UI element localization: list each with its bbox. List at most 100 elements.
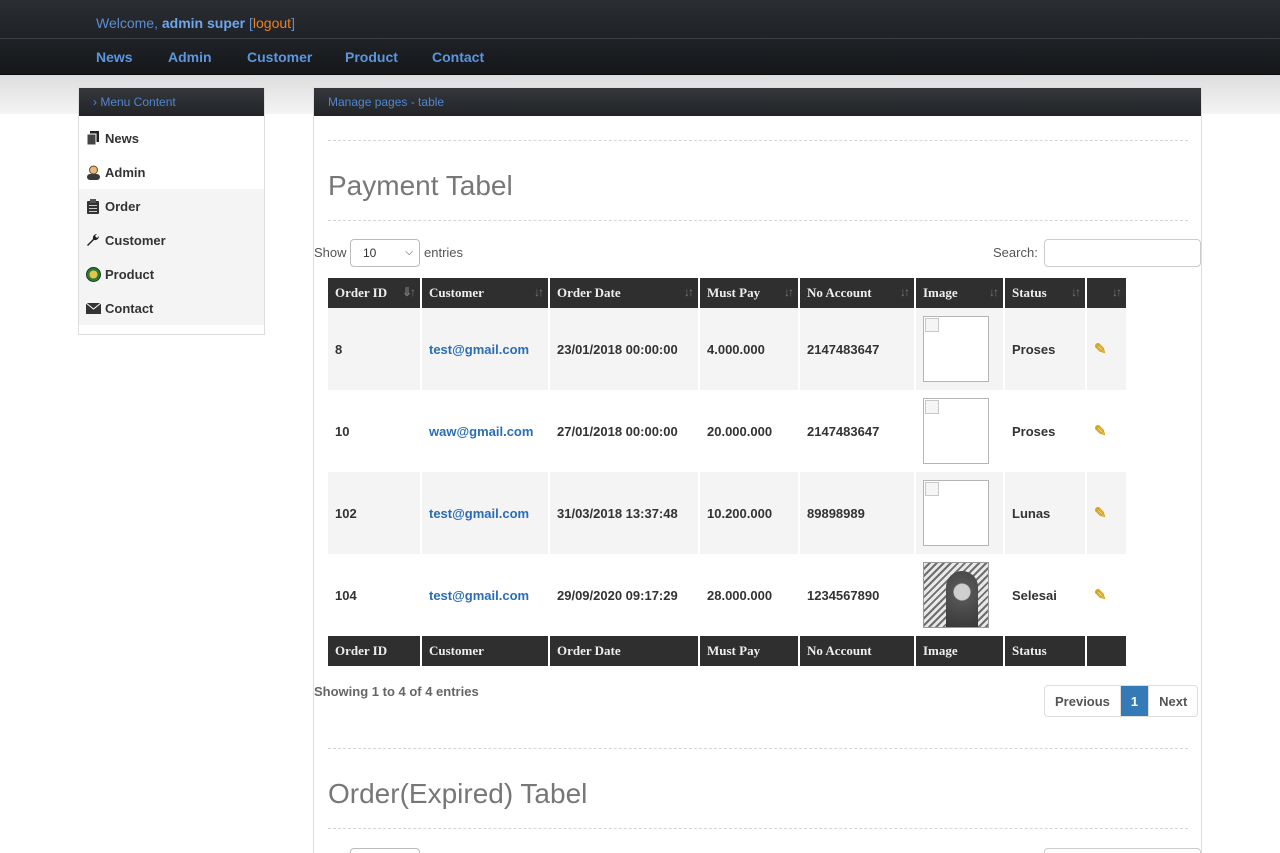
nav-admin[interactable]: Admin: [168, 49, 212, 65]
cell-status: Lunas: [1005, 472, 1085, 554]
sidebar-item-label: Order: [105, 198, 141, 214]
broken-image[interactable]: [923, 480, 989, 546]
cell-status: Proses: [1005, 308, 1085, 390]
cell-customer: waw@gmail.com: [422, 390, 548, 472]
search-label: Search:: [993, 245, 1038, 260]
cell-order-date: 23/01/2018 00:00:00: [550, 308, 698, 390]
foot-actions: [1087, 636, 1126, 666]
customer-link[interactable]: test@gmail.com: [429, 506, 529, 521]
sidebar-item-contact[interactable]: Contact: [79, 291, 264, 325]
customer-link[interactable]: test@gmail.com: [429, 588, 529, 603]
cell-customer: test@gmail.com: [422, 308, 548, 390]
nav-news[interactable]: News: [96, 49, 133, 65]
welcome-prefix: Welcome,: [96, 15, 158, 31]
broken-image-icon: [925, 482, 939, 496]
sort-icon: ↓↑: [989, 285, 999, 299]
cell-actions: ✎: [1087, 472, 1126, 554]
expired-search-input[interactable]: [1044, 848, 1201, 853]
sidebar-item-label: Product: [105, 266, 155, 282]
column-label: Order ID: [335, 285, 388, 300]
search-input[interactable]: [1044, 239, 1201, 267]
col-status[interactable]: Status ↓↑: [1005, 278, 1085, 308]
expired-table-title: Order(Expired) Tabel: [328, 778, 588, 809]
logout-link[interactable]: logout: [253, 15, 291, 31]
foot-image: Image: [916, 636, 1003, 666]
next-button[interactable]: Next: [1149, 686, 1197, 716]
sidebar-item-product[interactable]: Product: [79, 257, 264, 291]
cell-order-date: 31/03/2018 13:37:48: [550, 472, 698, 554]
clipboard-icon: [85, 198, 101, 214]
welcome-text: Welcome, admin super [logout]: [96, 15, 295, 31]
table-row: 102 test@gmail.com 31/03/2018 13:37:48 1…: [328, 472, 1126, 554]
cell-order-id: 8: [328, 308, 420, 390]
cell-image: [916, 472, 1003, 554]
foot-customer: Customer: [422, 636, 548, 666]
sidebar-item-customer[interactable]: Customer: [79, 223, 264, 257]
customer-link[interactable]: waw@gmail.com: [429, 424, 533, 439]
sort-icon: ↓↑: [1112, 285, 1122, 299]
sidebar-item-news[interactable]: News: [79, 121, 264, 155]
document-icon: [85, 130, 101, 146]
table-footer-row: Order ID Customer Order Date Must Pay No…: [328, 636, 1126, 666]
page-length-select[interactable]: 10 ⌵: [350, 239, 420, 267]
col-order-date[interactable]: Order Date ↓↑: [550, 278, 698, 308]
cell-no-account: 89898989: [800, 472, 914, 554]
expired-page-length-select[interactable]: [350, 848, 420, 853]
table-row: 104 test@gmail.com 29/09/2020 09:17:29 2…: [328, 554, 1126, 636]
cell-no-account: 2147483647: [800, 308, 914, 390]
cell-actions: ✎: [1087, 554, 1126, 636]
cell-status: Selesai: [1012, 587, 1057, 603]
payment-photo[interactable]: [923, 562, 989, 628]
cell-must-pay: 4.000.000: [700, 308, 798, 390]
wrench-icon: [85, 232, 101, 248]
cell-image: [916, 308, 1003, 390]
nav-product[interactable]: Product: [345, 49, 398, 65]
pencil-icon[interactable]: ✎: [1094, 587, 1107, 604]
nav-customer[interactable]: Customer: [247, 49, 312, 65]
main-panel: Manage pages - table Payment Tabel Show …: [313, 87, 1202, 853]
sidebar-item-label: News: [105, 130, 139, 146]
previous-button[interactable]: Previous: [1045, 686, 1121, 716]
col-must-pay[interactable]: Must Pay ↓↑: [700, 278, 798, 308]
broken-image[interactable]: [923, 398, 989, 464]
cell-customer: test@gmail.com: [422, 554, 548, 636]
cell-status: Proses: [1012, 423, 1056, 439]
pencil-icon[interactable]: ✎: [1094, 505, 1107, 522]
pagination: Previous 1 Next: [1044, 685, 1199, 717]
pencil-icon[interactable]: ✎: [1094, 423, 1107, 440]
nav-contact[interactable]: Contact: [432, 49, 484, 65]
divider: [328, 140, 1188, 141]
divider: [328, 220, 1188, 221]
sidebar-item-order[interactable]: Order: [79, 189, 264, 223]
sort-icon: ↓↑: [534, 285, 544, 299]
col-image[interactable]: Image ↓↑: [916, 278, 1003, 308]
cell-must-pay: 28.000.000: [707, 587, 773, 603]
sidebar-item-label: Contact: [105, 300, 154, 316]
entries-label: entries: [424, 245, 464, 260]
cell-image: [916, 554, 1003, 636]
sidebar-item-admin[interactable]: Admin: [79, 155, 264, 189]
sidebar-item-label: Admin: [105, 164, 146, 180]
sort-icon: ↓↑: [1071, 285, 1081, 299]
foot-order-date: Order Date: [550, 636, 698, 666]
col-no-account[interactable]: No Account ↓↑: [800, 278, 914, 308]
envelope-icon: [85, 300, 101, 316]
page-1-button[interactable]: 1: [1120, 686, 1150, 716]
table-row: 10 waw@gmail.com 27/01/2018 00:00:00 20.…: [328, 390, 1126, 472]
col-actions[interactable]: ↓↑: [1087, 278, 1126, 308]
foot-status: Status: [1005, 636, 1085, 666]
breadcrumb: Manage pages - table: [314, 88, 1201, 116]
col-customer[interactable]: Customer ↓↑: [422, 278, 548, 308]
main-nav: News Admin Customer Product Contact: [0, 39, 1280, 75]
chevron-down-icon: ⌵: [405, 247, 413, 258]
col-order-id[interactable]: Order ID ⇓↑: [328, 278, 420, 308]
bracket-close: ]: [291, 15, 295, 31]
column-label: No Account: [807, 285, 872, 300]
customer-link[interactable]: test@gmail.com: [429, 342, 529, 357]
top-bar: Welcome, admin super [logout]: [0, 0, 1280, 39]
globe-icon: [85, 266, 101, 282]
sidebar: › Menu Content News Admin Order Customer…: [78, 87, 265, 335]
table-row: 8 test@gmail.com 23/01/2018 00:00:00 4.0…: [328, 308, 1126, 390]
broken-image[interactable]: [923, 316, 989, 382]
pencil-icon[interactable]: ✎: [1094, 341, 1107, 358]
